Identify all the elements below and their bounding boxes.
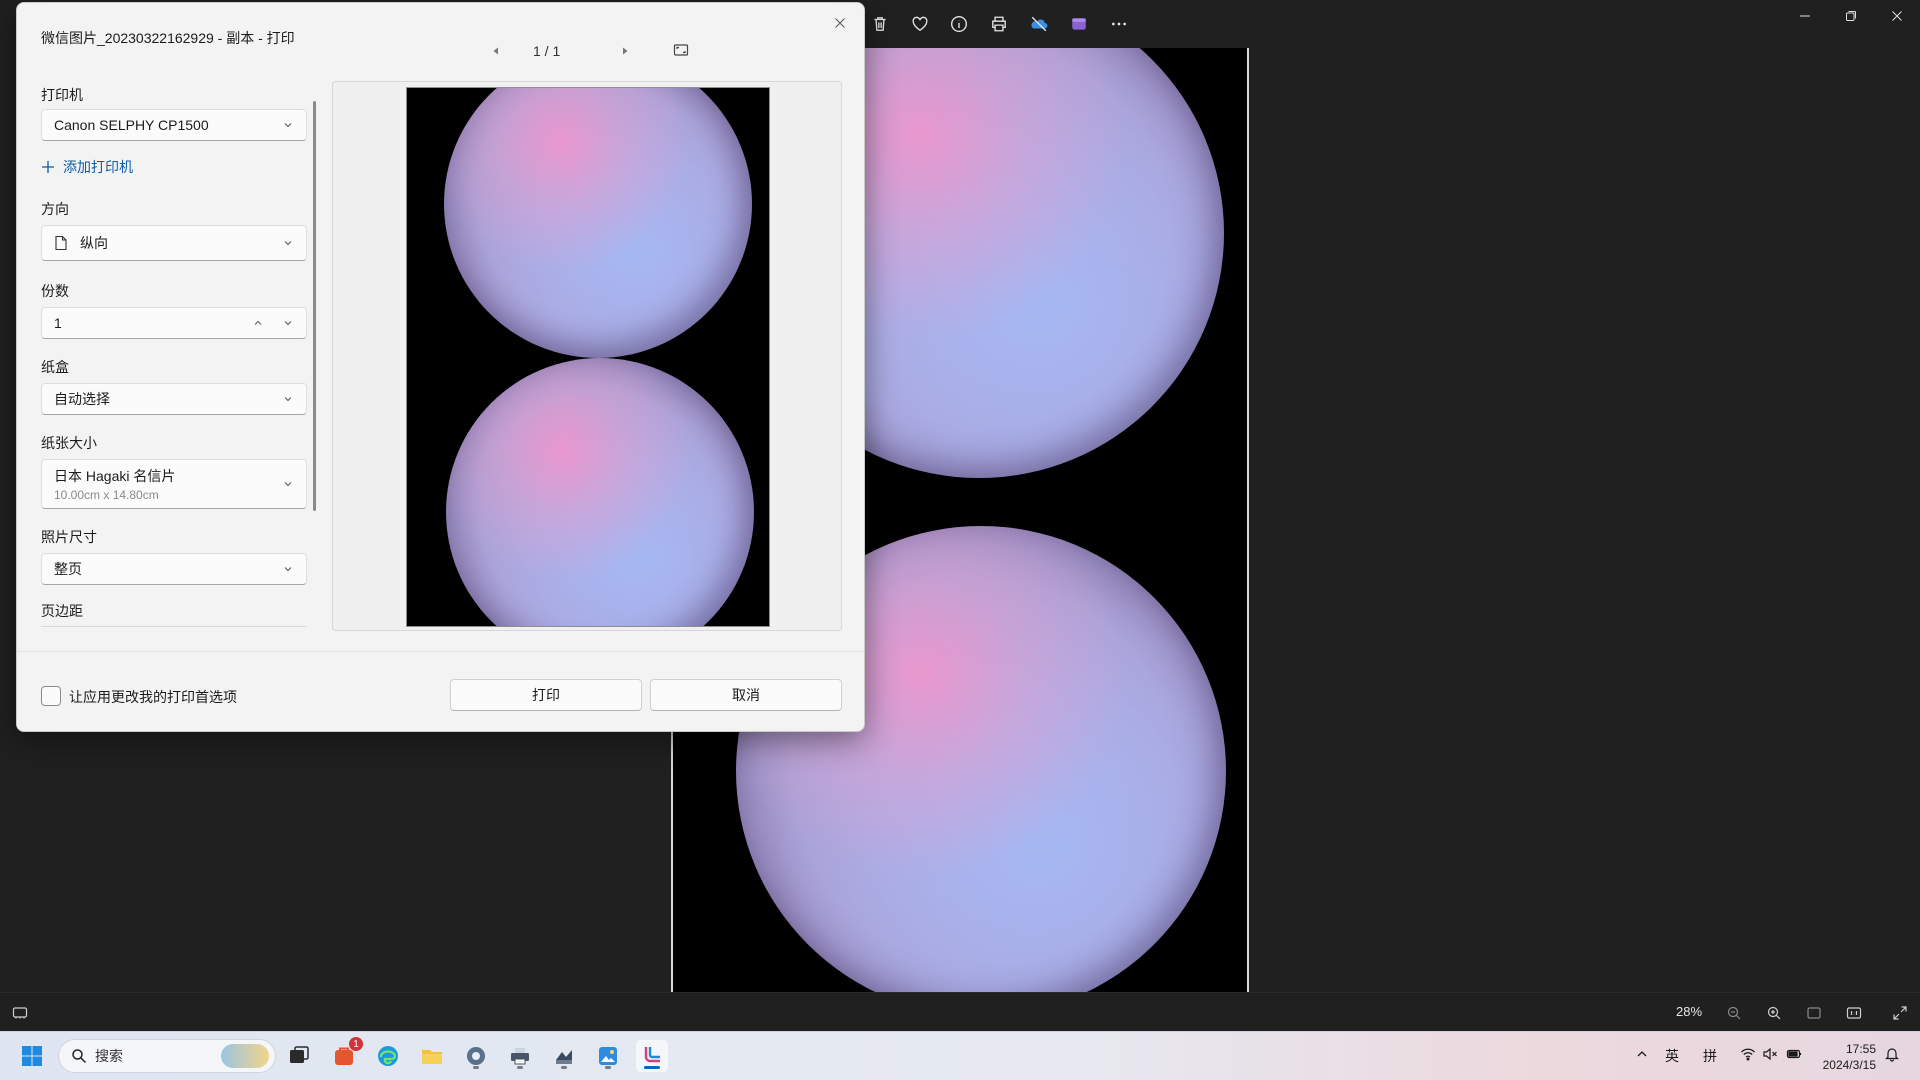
task-view-icon[interactable]	[283, 1040, 315, 1072]
clock-date: 2024/3/15	[1822, 1058, 1876, 1072]
onedrive-sync-icon[interactable]	[1023, 8, 1055, 40]
paper-size-label: 纸张大小	[41, 435, 97, 451]
office-app-icon[interactable]: 1	[328, 1037, 363, 1072]
filmstrip-icon[interactable]	[8, 1001, 32, 1025]
paper-size-dimensions: 10.00cm x 14.80cm	[54, 488, 159, 502]
printer-label: 打印机	[41, 87, 83, 103]
search-icon	[72, 1049, 87, 1064]
restore-icon[interactable]	[1828, 0, 1874, 32]
photos-app-icon[interactable]	[592, 1040, 624, 1072]
chevron-down-icon	[284, 123, 292, 128]
settings-gear-icon[interactable]	[460, 1040, 492, 1072]
zoom-level-text: 28%	[1676, 1004, 1703, 1019]
system-clock[interactable]: 17:55 2024/3/15	[1816, 1041, 1876, 1073]
start-windows-icon[interactable]	[16, 1040, 48, 1072]
running-indicator	[561, 1066, 567, 1069]
dialog-close-icon[interactable]	[826, 9, 854, 37]
tray-value: 自动选择	[54, 391, 110, 407]
print-settings-panel: 打印机 Canon SELPHY CP1500 添加打印机 方向 纵向 份数 1…	[17, 71, 333, 631]
printer-app-icon[interactable]	[504, 1040, 536, 1072]
chevron-up-icon[interactable]	[252, 317, 264, 329]
info-icon[interactable]	[943, 8, 975, 40]
previous-page-icon[interactable]	[486, 41, 506, 61]
plus-icon	[42, 161, 54, 173]
zoom-in-icon[interactable]	[1762, 1001, 1786, 1025]
running-indicator	[473, 1066, 479, 1069]
active-indicator	[644, 1066, 660, 1069]
add-printer-label: 添加打印机	[63, 159, 133, 175]
portrait-page-icon	[55, 235, 67, 251]
chevron-down-icon	[284, 567, 292, 572]
orientation-label: 方向	[41, 201, 69, 217]
tray-dropdown[interactable]: 自动选择	[41, 383, 307, 415]
search-placeholder: 搜索	[95, 1048, 123, 1064]
battery-icon[interactable]	[1786, 1046, 1802, 1062]
cancel-button[interactable]: 取消	[650, 679, 842, 711]
wifi-icon[interactable]	[1740, 1046, 1756, 1062]
photo-size-dropdown[interactable]: 整页	[41, 553, 307, 585]
printer-dropdown[interactable]: Canon SELPHY CP1500	[41, 109, 307, 141]
notification-badge: 1	[349, 1037, 363, 1051]
notification-bell-icon[interactable]	[1884, 1046, 1900, 1062]
fit-preview-icon[interactable]	[670, 39, 692, 61]
taskbar-search-box[interactable]: 搜索	[58, 1039, 276, 1073]
favorite-heart-icon[interactable]	[904, 8, 936, 40]
next-page-icon[interactable]	[615, 41, 635, 61]
full-screen-icon[interactable]	[1888, 1001, 1912, 1025]
ime-mode-indicator[interactable]: 拼	[1703, 1046, 1717, 1066]
zoom-out-icon[interactable]	[1722, 1001, 1746, 1025]
tray-label: 纸盒	[41, 359, 69, 375]
photo-size-value: 整页	[54, 561, 82, 577]
preview-fundus-bottom	[446, 358, 754, 626]
fit-to-window-icon[interactable]	[1802, 1001, 1826, 1025]
file-explorer-icon[interactable]	[416, 1040, 448, 1072]
close-window-icon[interactable]	[1874, 0, 1920, 32]
print-button[interactable]: 打印	[450, 679, 642, 711]
search-highlight-image	[221, 1044, 269, 1068]
chevron-down-icon	[284, 241, 292, 246]
clipchamp-editor-icon[interactable]	[1063, 8, 1095, 40]
edge-browser-icon[interactable]	[372, 1040, 404, 1072]
margins-label: 页边距	[41, 603, 83, 619]
preview-page	[406, 87, 770, 627]
running-indicator	[605, 1066, 611, 1069]
add-printer-link[interactable]: 添加打印机	[41, 157, 133, 177]
more-options-icon[interactable]	[1103, 8, 1135, 40]
settings-scrollbar[interactable]	[313, 101, 316, 511]
settings-divider	[41, 626, 307, 627]
chevron-down-icon	[284, 482, 292, 487]
chevron-down-icon	[284, 397, 292, 402]
preview-fundus-top	[444, 88, 752, 358]
running-indicator	[517, 1066, 523, 1069]
ime-language-indicator[interactable]: 英	[1665, 1046, 1679, 1066]
delete-icon[interactable]	[864, 8, 896, 40]
snipping-tool-icon[interactable]	[636, 1040, 668, 1072]
dialog-title: 微信图片_20230322162929 - 副本 - 打印	[41, 30, 295, 46]
dialog-footer: 让应用更改我的打印首选项 打印 取消	[17, 651, 864, 731]
clock-time: 17:55	[1845, 1042, 1876, 1056]
print-preview-area	[332, 81, 842, 631]
allow-app-preferences-label: 让应用更改我的打印首选项	[69, 689, 237, 705]
network-tool-icon[interactable]	[548, 1040, 580, 1072]
copies-label: 份数	[41, 283, 69, 299]
orientation-dropdown[interactable]: 纵向	[41, 225, 307, 261]
print-dialog: 微信图片_20230322162929 - 副本 - 打印 1 / 1 打印机 …	[16, 2, 865, 732]
volume-muted-icon[interactable]	[1762, 1046, 1778, 1062]
show-hidden-icons-chevron-up-icon[interactable]	[1634, 1046, 1650, 1062]
copies-stepper[interactable]: 1	[41, 307, 307, 339]
chevron-down-icon[interactable]	[282, 317, 294, 329]
orientation-value: 纵向	[80, 235, 108, 251]
allow-app-preferences-checkbox[interactable]	[41, 686, 61, 706]
actual-size-icon[interactable]	[1842, 1001, 1866, 1025]
print-icon[interactable]	[983, 8, 1015, 40]
page-indicator: 1 / 1	[533, 43, 561, 59]
copies-value: 1	[54, 315, 62, 331]
photo-size-label: 照片尺寸	[41, 529, 97, 545]
photos-bottom-bar: 28%	[0, 992, 1920, 1031]
paper-size-value: 日本 Hagaki 名信片	[54, 468, 176, 484]
paper-size-dropdown[interactable]: 日本 Hagaki 名信片 10.00cm x 14.80cm	[41, 459, 307, 509]
printer-value: Canon SELPHY CP1500	[54, 117, 209, 133]
taskbar: 搜索 1 英 拼 17:55 2024/3/15	[0, 1031, 1920, 1080]
minimize-icon[interactable]	[1782, 0, 1828, 32]
